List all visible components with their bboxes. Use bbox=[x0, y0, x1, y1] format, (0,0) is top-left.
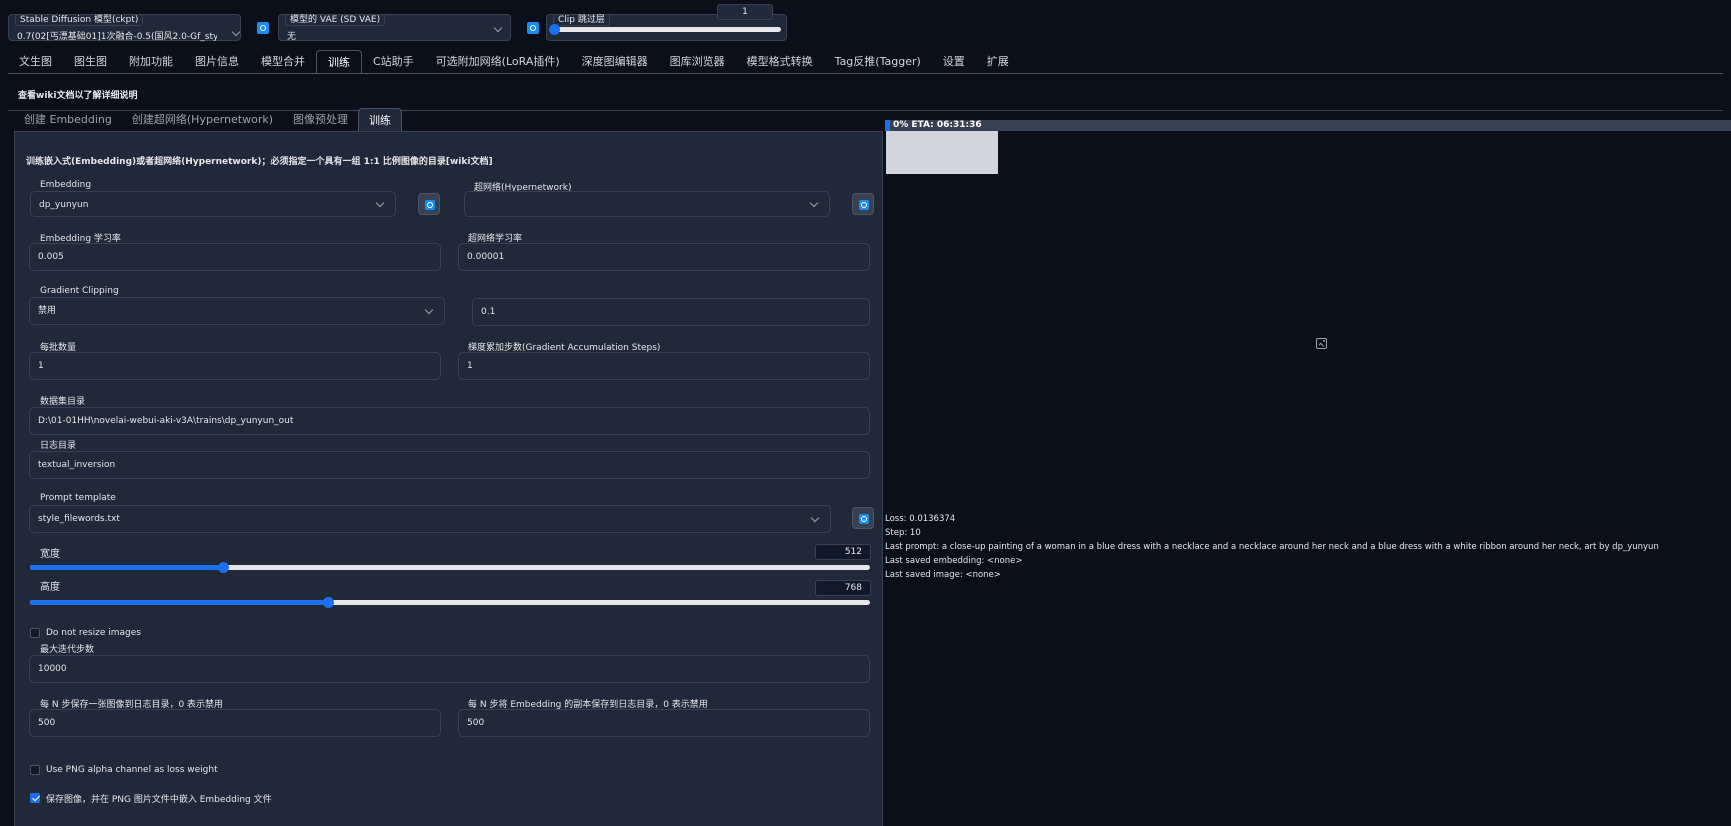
chevron-down-icon bbox=[424, 305, 434, 315]
grad-accum-input[interactable]: 1 bbox=[458, 352, 870, 380]
height-number[interactable]: 768 bbox=[815, 580, 871, 596]
tab-0[interactable]: 文生图 bbox=[8, 50, 63, 74]
embedding-refresh-button[interactable] bbox=[418, 193, 440, 215]
grad-clip-dropdown[interactable]: 禁用 bbox=[29, 297, 445, 325]
grad-clip-value: 禁用 bbox=[38, 306, 57, 316]
grad-clip-amount-input[interactable]: 0.1 bbox=[472, 298, 870, 326]
progress-bar: 0% ETA: 06:31:36 bbox=[885, 120, 1731, 131]
batch-size-input[interactable]: 1 bbox=[29, 352, 441, 380]
tab-1[interactable]: 图生图 bbox=[63, 50, 118, 74]
tab-6[interactable]: C站助手 bbox=[362, 50, 425, 74]
ckpt-label: Stable Diffusion 模型(ckpt) bbox=[15, 14, 144, 26]
preview-thumbnail bbox=[886, 131, 998, 174]
prompt-template-refresh-button[interactable] bbox=[852, 507, 874, 529]
embedding-dropdown[interactable]: dp_yunyun bbox=[30, 191, 396, 217]
clip-skip-slider-thumb[interactable] bbox=[549, 24, 560, 35]
clip-skip-slider[interactable] bbox=[549, 24, 781, 35]
width-number[interactable]: 512 bbox=[815, 544, 871, 560]
clip-skip-number[interactable]: 1 bbox=[717, 4, 773, 20]
grad-clip-label: Gradient Clipping bbox=[40, 286, 119, 296]
embedding-lr-input[interactable]: 0.005 bbox=[29, 243, 441, 271]
tab-3[interactable]: 图片信息 bbox=[184, 50, 250, 74]
height-slider[interactable] bbox=[30, 597, 870, 608]
tab-7[interactable]: 可选附加网络(LoRA插件) bbox=[425, 50, 571, 74]
hypernetwork-refresh-button[interactable] bbox=[852, 193, 874, 215]
train-sub-tabs: 创建 Embedding 创建超网络(Hypernetwork) 图像预处理 训练 bbox=[14, 108, 403, 132]
height-slider-thumb[interactable] bbox=[323, 597, 334, 608]
no-resize-checkbox[interactable] bbox=[30, 628, 40, 638]
hypernetwork-lr-input[interactable]: 0.00001 bbox=[458, 243, 870, 271]
height-label: 高度 bbox=[40, 582, 60, 593]
wiki-note: 查看wiki文档以了解详细说明 bbox=[18, 91, 138, 101]
prompt-template-label: Prompt template bbox=[40, 493, 116, 503]
refresh-icon bbox=[859, 200, 869, 210]
log-loss: Loss: 0.0136374 bbox=[885, 514, 956, 524]
save-image-every-input[interactable]: 500 bbox=[29, 709, 441, 737]
chevron-down-icon bbox=[810, 513, 820, 523]
hypernetwork-dropdown[interactable] bbox=[464, 191, 830, 217]
refresh-icon[interactable] bbox=[257, 22, 269, 34]
save-image-embed-label: 保存图像，并在 PNG 图片文件中嵌入 Embedding 文件 bbox=[46, 795, 272, 805]
sub-tab-2[interactable]: 图像预处理 bbox=[283, 108, 358, 132]
tabs-divider bbox=[8, 73, 1723, 74]
log-dir-label: 日志目录 bbox=[40, 441, 77, 451]
tab-9[interactable]: 图库浏览器 bbox=[659, 50, 736, 74]
prompt-template-dropdown[interactable]: style_filewords.txt bbox=[29, 505, 831, 533]
save-embedding-every-input[interactable]: 500 bbox=[458, 709, 870, 737]
chevron-down-icon bbox=[375, 198, 385, 208]
tab-11[interactable]: Tag反推(Tagger) bbox=[824, 50, 932, 74]
vae-dropdown[interactable]: 模型的 VAE (SD VAE) 无 bbox=[278, 14, 511, 42]
tab-12[interactable]: 设置 bbox=[932, 50, 976, 74]
chevron-down-icon bbox=[231, 27, 241, 37]
log-last-prompt: Last prompt: a close-up painting of a wo… bbox=[885, 542, 1659, 552]
chevron-down-icon bbox=[493, 23, 503, 33]
tab-10[interactable]: 模型格式转换 bbox=[736, 50, 824, 74]
width-slider[interactable] bbox=[30, 562, 870, 573]
png-alpha-label: Use PNG alpha channel as loss weight bbox=[46, 765, 218, 775]
train-description: 训练嵌入式(Embedding)或者超网络(Hypernetwork)；必须指定… bbox=[26, 157, 493, 167]
progress-marker bbox=[885, 120, 890, 131]
refresh-icon[interactable] bbox=[527, 22, 539, 34]
log-last-image: Last saved image: <none> bbox=[885, 570, 1001, 580]
vae-value: 无 bbox=[287, 32, 297, 42]
tab-4[interactable]: 模型合并 bbox=[250, 50, 316, 74]
ckpt-dropdown[interactable]: Stable Diffusion 模型(ckpt) 0.7(02[丐漂基础01]… bbox=[8, 14, 241, 42]
tab-8[interactable]: 深度图编辑器 bbox=[571, 50, 659, 74]
save-image-embed-checkbox[interactable] bbox=[30, 793, 40, 803]
no-resize-label: Do not resize images bbox=[46, 628, 141, 638]
vae-label: 模型的 VAE (SD VAE) bbox=[285, 14, 386, 26]
width-slider-thumb[interactable] bbox=[218, 562, 229, 573]
refresh-icon bbox=[425, 200, 435, 210]
chevron-down-icon bbox=[809, 198, 819, 208]
log-dir-input[interactable]: textual_inversion bbox=[29, 451, 870, 479]
image-icon bbox=[1316, 338, 1327, 349]
embedding-label: Embedding bbox=[40, 180, 92, 190]
tab-13[interactable]: 扩展 bbox=[976, 50, 1020, 74]
dataset-dir-input[interactable]: D:\01-01HH\novelai-webui-aki-v3A\trains\… bbox=[29, 407, 870, 435]
clip-skip-label: Clip 跳过层 bbox=[553, 14, 610, 26]
tab-5[interactable]: 训练 bbox=[316, 50, 362, 74]
ckpt-value: 0.7(02[丐漂基础01]1次融合-0.5(国风2.0-Gf_style bbox=[17, 32, 217, 42]
dataset-dir-label: 数据集目录 bbox=[40, 397, 86, 407]
tab-2[interactable]: 附加功能 bbox=[118, 50, 184, 74]
log-step: Step: 10 bbox=[885, 528, 921, 538]
progress-text: 0% ETA: 06:31:36 bbox=[893, 120, 982, 130]
refresh-icon bbox=[859, 514, 869, 524]
width-label: 宽度 bbox=[40, 549, 60, 560]
max-steps-label: 最大迭代步数 bbox=[40, 645, 95, 655]
width-slider-fill bbox=[30, 565, 223, 570]
log-last-embedding: Last saved embedding: <none> bbox=[885, 556, 1023, 566]
prompt-template-value: style_filewords.txt bbox=[38, 514, 120, 524]
sub-tab-0[interactable]: 创建 Embedding bbox=[14, 108, 122, 132]
sub-tab-3[interactable]: 训练 bbox=[358, 108, 403, 132]
sub-tab-1[interactable]: 创建超网络(Hypernetwork) bbox=[122, 108, 283, 132]
png-alpha-checkbox[interactable] bbox=[30, 765, 40, 775]
embedding-value: dp_yunyun bbox=[39, 200, 89, 210]
main-tabs: 文生图 图生图 附加功能 图片信息 模型合并 训练 C站助手 可选附加网络(LoRA插件) 深度… bbox=[8, 50, 1020, 74]
max-steps-input[interactable]: 10000 bbox=[29, 655, 870, 683]
height-slider-fill bbox=[30, 600, 328, 605]
